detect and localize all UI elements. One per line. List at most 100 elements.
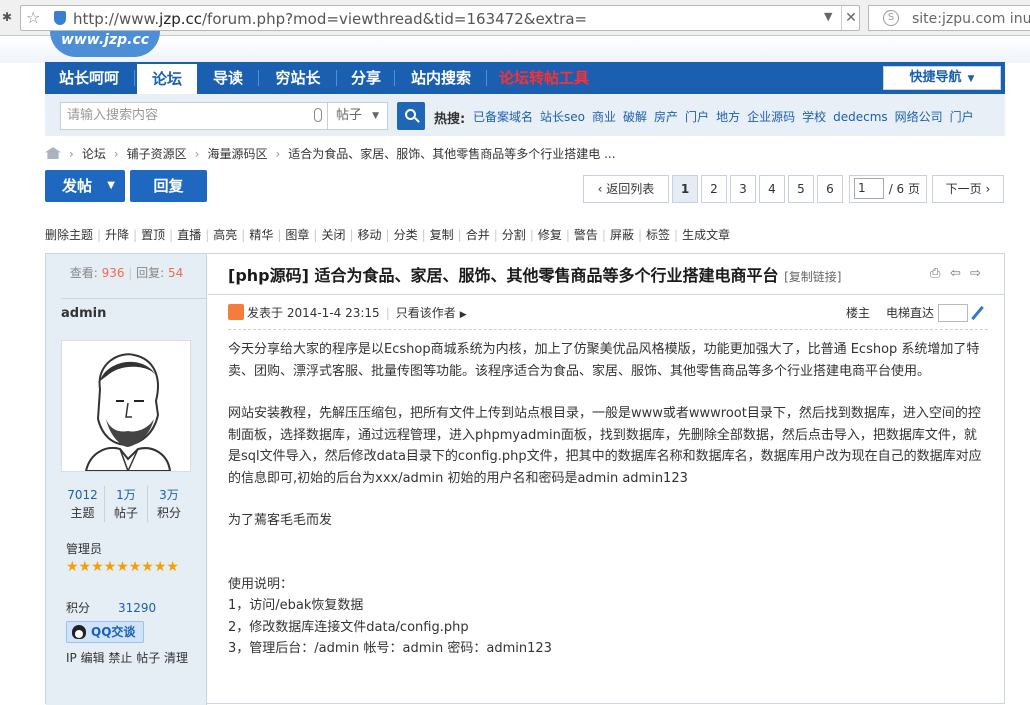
play-arrow-icon: ▶ <box>459 310 467 320</box>
qq-penguin-icon <box>72 625 86 639</box>
hot-search-link[interactable]: 门户 <box>950 110 974 124</box>
nav-item-poor-webmaster[interactable]: 穷站长 <box>261 62 335 94</box>
mod-delete-thread[interactable]: 删除主题 <box>45 228 93 242</box>
usage-item: 1，访问/ebak恢复数据 <box>228 598 364 613</box>
search-input[interactable]: 请输入搜索内容 <box>60 102 328 130</box>
qq-chat-button[interactable]: QQ交谈 <box>66 621 144 643</box>
page-link[interactable]: 4 <box>759 175 785 203</box>
hot-search-link[interactable]: 站长seo <box>540 110 585 124</box>
post-body: 今天分享给大家的程序是以Ecshop商城系统为内核，加上了仿聚美优品风格模版，功… <box>228 339 988 660</box>
reply-button[interactable]: 回复 <box>130 170 207 202</box>
go-icon[interactable] <box>971 305 984 321</box>
home-icon[interactable] <box>45 147 61 159</box>
microphone-icon[interactable] <box>314 108 322 122</box>
user-group[interactable]: 管理员 <box>66 540 102 557</box>
hot-search-link[interactable]: 商业 <box>592 110 616 124</box>
next-thread-icon[interactable]: ⇨ <box>970 266 981 281</box>
prev-thread-icon[interactable]: ⇦ <box>950 266 961 281</box>
chevron-down-icon: ▼ <box>372 111 379 121</box>
only-author-link[interactable]: 只看该作者 <box>396 306 456 320</box>
copy-link[interactable]: [复制链接] <box>784 270 841 284</box>
mod-category[interactable]: 分类 <box>394 228 418 242</box>
search-engine-icon[interactable]: S <box>883 10 899 26</box>
hot-search-link[interactable]: 网络公司 <box>895 110 943 124</box>
breadcrumb-resource-area[interactable]: 铺子资源区 <box>127 147 187 161</box>
mod-generate-article[interactable]: 生成文章 <box>682 228 730 242</box>
mod-merge[interactable]: 合并 <box>466 228 490 242</box>
post-paragraph: 今天分享给大家的程序是以Ecshop商城系统为内核，加上了仿聚美优品风格模版，功… <box>228 342 980 379</box>
hot-search-label: 热搜: <box>434 112 466 127</box>
back-to-list-button[interactable]: ‹ 返回列表 <box>583 175 669 203</box>
page-link[interactable]: 3 <box>730 175 756 203</box>
nav-item-site-search[interactable]: 站内搜索 <box>397 62 485 94</box>
nav-item-repost-tool[interactable]: 论坛转帖工具 <box>489 62 599 94</box>
thread-title: [php源码] 适合为食品、家居、服饰、其他零售商品等多个行业搭建电商平台 [复… <box>228 262 841 286</box>
author-name[interactable]: admin <box>61 298 207 328</box>
breadcrumb-current: 适合为食品、家居、服饰、其他零售商品等多个行业搭建电 ... <box>288 147 616 161</box>
mod-live[interactable]: 直播 <box>177 228 201 242</box>
page-link[interactable]: 2 <box>701 175 727 203</box>
breadcrumb-source-code[interactable]: 海量源码区 <box>207 147 267 161</box>
thread-tools: ⎙ ⇦ ⇨ <box>930 266 990 282</box>
thread-stats: 查看: 936 | 回复: 54 <box>69 266 184 280</box>
hot-search-link[interactable]: 企业源码 <box>747 110 795 124</box>
page-link[interactable]: 6 <box>817 175 843 203</box>
author-stat-points[interactable]: 3万 积分 <box>147 486 190 522</box>
site-header: www.jzp.cc <box>0 31 1030 63</box>
browser-search-box[interactable]: S site:jzpu.com inurl <box>868 5 1030 31</box>
online-status-icon <box>228 304 244 320</box>
next-page-label: 下一页 <box>945 182 982 196</box>
mod-split[interactable]: 分割 <box>502 228 526 242</box>
nav-item-forum[interactable]: 论坛 <box>137 64 197 94</box>
mod-bump[interactable]: 升降 <box>105 228 129 242</box>
refresh-icon[interactable]: ✕ <box>841 6 860 30</box>
url-dropdown-icon[interactable]: ▼ <box>824 10 832 23</box>
bookmark-star-icon[interactable]: ☆ <box>26 8 40 27</box>
menu-icon[interactable]: ✱ <box>2 10 16 26</box>
next-page-button[interactable]: 下一页 › <box>932 175 1004 203</box>
hot-search-link[interactable]: dedecms <box>833 110 888 124</box>
quick-nav-button[interactable]: 快捷导航 ▼ <box>883 66 1001 90</box>
mod-warn[interactable]: 警告 <box>574 228 598 242</box>
author-stat-threads[interactable]: 7012 主题 <box>61 486 104 522</box>
page-link-current[interactable]: 1 <box>672 175 698 203</box>
mod-repair[interactable]: 修复 <box>538 228 562 242</box>
nav-item-guide[interactable]: 导读 <box>199 62 257 94</box>
site-logo[interactable]: www.jzp.cc <box>50 31 160 57</box>
mod-block[interactable]: 屏蔽 <box>610 228 634 242</box>
hot-search-link[interactable]: 学校 <box>802 110 826 124</box>
mod-copy[interactable]: 复制 <box>430 228 454 242</box>
avatar[interactable] <box>61 340 191 473</box>
usage-item: 2，修改数据库连接文件data/config.php <box>228 619 469 635</box>
author-stat-posts[interactable]: 1万 帖子 <box>104 486 147 522</box>
page-number-input[interactable]: 1 <box>854 178 884 199</box>
search-button[interactable] <box>397 102 425 130</box>
hot-search-link[interactable]: 房产 <box>654 110 678 124</box>
admin-actions[interactable]: IP 编辑 禁止 帖子 清理 <box>66 649 188 666</box>
mod-stamp[interactable]: 图章 <box>285 228 309 242</box>
mod-digest[interactable]: 精华 <box>249 228 273 242</box>
address-bar[interactable]: ☆ http://www.jzp.cc/forum.php?mod=viewth… <box>20 5 860 31</box>
qq-chat-label: QQ交谈 <box>91 625 136 639</box>
hot-search-link[interactable]: 已备案域名 <box>473 110 533 124</box>
url-text[interactable]: http://www.jzp.cc/forum.php?mod=viewthre… <box>73 10 587 28</box>
hot-search-link[interactable]: 破解 <box>623 110 647 124</box>
breadcrumb-forum[interactable]: 论坛 <box>82 147 106 161</box>
hot-search-link[interactable]: 门户 <box>685 110 709 124</box>
page-link[interactable]: 5 <box>788 175 814 203</box>
post-main: [php源码] 适合为食品、家居、服饰、其他零售商品等多个行业搭建电商平台 [复… <box>208 254 1004 705</box>
browser-search-text[interactable]: site:jzpu.com inurl <box>912 11 1030 27</box>
nav-item-home[interactable]: 站长呵呵 <box>45 62 133 94</box>
new-post-button[interactable]: 发帖 ▼ <box>45 170 125 202</box>
hot-search-link[interactable]: 地方 <box>716 110 740 124</box>
mod-close[interactable]: 关闭 <box>321 228 345 242</box>
mod-tags[interactable]: 标签 <box>646 228 670 242</box>
floor-jump-input[interactable] <box>938 304 969 322</box>
nav-item-share[interactable]: 分享 <box>339 62 393 94</box>
chevron-down-icon[interactable]: ▼ <box>107 170 115 202</box>
mod-move[interactable]: 移动 <box>358 228 382 242</box>
mod-highlight[interactable]: 高亮 <box>213 228 237 242</box>
print-icon[interactable]: ⎙ <box>930 266 940 281</box>
search-scope-select[interactable]: 帖子 ▼ <box>328 102 388 130</box>
mod-sticky[interactable]: 置顶 <box>141 228 165 242</box>
